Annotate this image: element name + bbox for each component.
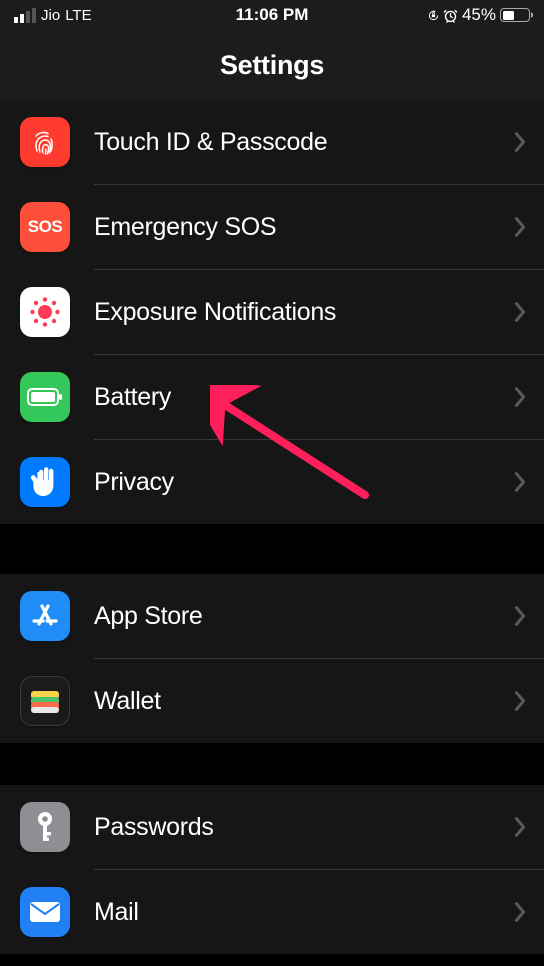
row-label: Wallet xyxy=(94,687,490,716)
chevron-right-icon xyxy=(514,386,544,408)
chevron-right-icon xyxy=(514,131,544,153)
section-spacer xyxy=(0,524,544,574)
app-store-icon xyxy=(20,591,70,641)
row-label: App Store xyxy=(94,602,490,631)
network-label: LTE xyxy=(65,7,91,24)
signal-icon xyxy=(14,8,36,23)
fingerprint-icon xyxy=(20,117,70,167)
page-title: Settings xyxy=(0,30,544,100)
chevron-right-icon xyxy=(514,301,544,323)
chevron-right-icon xyxy=(514,471,544,493)
row-wallet[interactable]: Wallet xyxy=(20,659,544,743)
mail-icon xyxy=(20,887,70,937)
row-battery[interactable]: Battery xyxy=(20,355,544,439)
clock-label: 11:06 PM xyxy=(236,5,309,25)
row-touch-id-passcode[interactable]: Touch ID & Passcode xyxy=(20,100,544,184)
sos-icon: SOS xyxy=(20,202,70,252)
chevron-right-icon xyxy=(514,816,544,838)
key-icon xyxy=(20,802,70,852)
orientation-lock-icon xyxy=(428,10,439,21)
alarm-icon xyxy=(443,8,458,23)
row-label: Passwords xyxy=(94,813,490,842)
chevron-right-icon xyxy=(514,605,544,627)
exposure-icon xyxy=(20,287,70,337)
row-app-store[interactable]: App Store xyxy=(20,574,544,658)
status-right: 45% xyxy=(428,5,530,25)
settings-section-3: Passwords Mail xyxy=(0,785,544,954)
row-mail[interactable]: Mail xyxy=(20,870,544,954)
status-bar: Jio LTE 11:06 PM 45% xyxy=(0,0,544,30)
wallet-icon xyxy=(20,676,70,726)
chevron-right-icon xyxy=(514,690,544,712)
row-privacy[interactable]: Privacy xyxy=(20,440,544,524)
row-label: Mail xyxy=(94,898,490,927)
row-passwords[interactable]: Passwords xyxy=(20,785,544,869)
row-emergency-sos[interactable]: SOS Emergency SOS xyxy=(20,185,544,269)
row-label: Touch ID & Passcode xyxy=(94,128,490,157)
hand-icon xyxy=(20,457,70,507)
battery-icon xyxy=(500,8,530,22)
row-label: Privacy xyxy=(94,468,490,497)
row-label: Emergency SOS xyxy=(94,213,490,242)
settings-section-2: App Store Wallet xyxy=(0,574,544,743)
row-label: Battery xyxy=(94,383,490,412)
chevron-right-icon xyxy=(514,901,544,923)
row-exposure-notifications[interactable]: Exposure Notifications xyxy=(20,270,544,354)
section-spacer xyxy=(0,743,544,785)
settings-section-1: Touch ID & Passcode SOS Emergency SOS E xyxy=(0,100,544,524)
battery-icon xyxy=(20,372,70,422)
row-label: Exposure Notifications xyxy=(94,298,490,327)
carrier-label: Jio xyxy=(41,7,60,24)
battery-percent-label: 45% xyxy=(462,5,496,25)
status-left: Jio LTE xyxy=(14,7,92,24)
chevron-right-icon xyxy=(514,216,544,238)
